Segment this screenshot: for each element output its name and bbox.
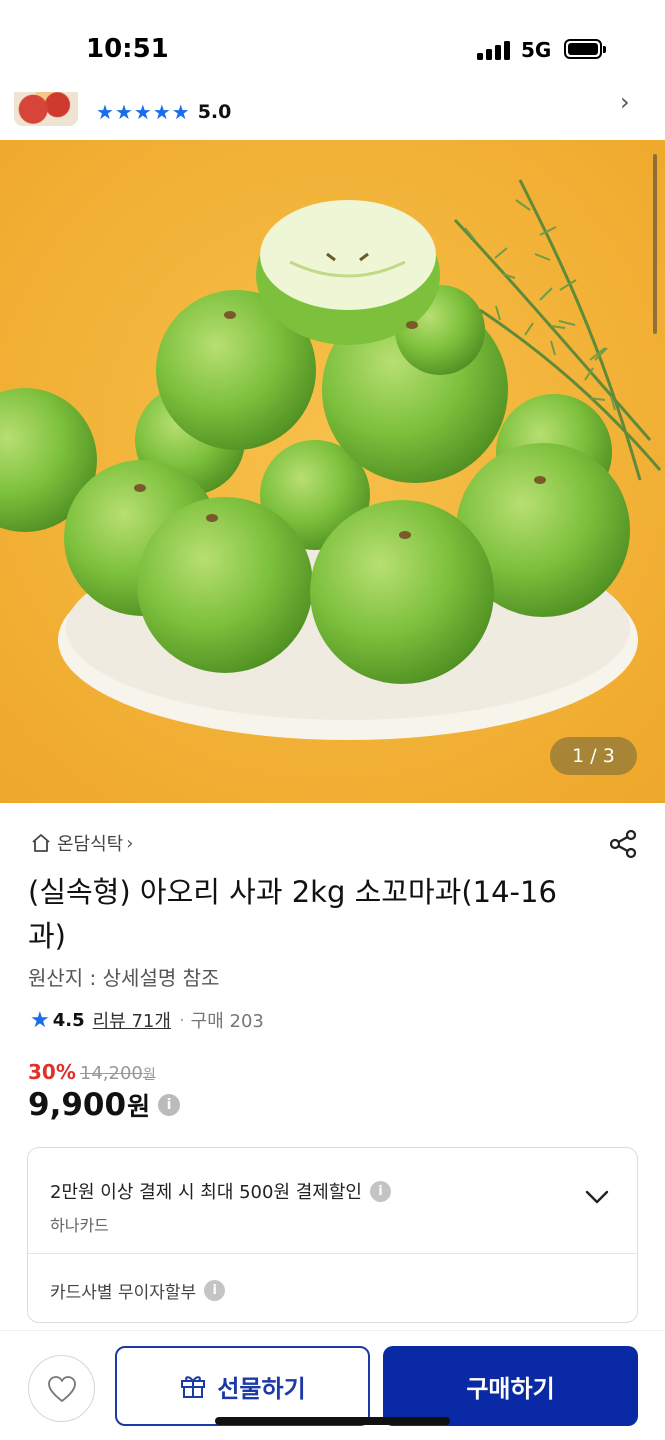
- product-image: [0, 140, 665, 803]
- product-origin: 원산지 : 상세설명 참조: [28, 966, 220, 990]
- star-icon: ★: [114, 100, 133, 124]
- sale-price: 9,900: [28, 1087, 127, 1123]
- star-icon: ★: [30, 1007, 50, 1033]
- price-row: 9,900 원 i: [28, 1087, 181, 1123]
- store-link[interactable]: 온담식탁 ›: [30, 830, 133, 856]
- product-thumbnail: [14, 92, 78, 126]
- rating-row: ★ 4.5 리뷰 71개 · 구매 203: [30, 1007, 264, 1033]
- rating-score: 4.5: [52, 1009, 85, 1031]
- chevron-right-icon[interactable]: ›: [620, 92, 630, 116]
- reviews-link[interactable]: 리뷰 71개: [93, 1007, 171, 1033]
- gift-label: 선물하기: [217, 1374, 306, 1403]
- discount-row: 30% 14,200원: [28, 1060, 156, 1084]
- separator-dot: ·: [178, 1009, 185, 1031]
- share-icon[interactable]: [607, 828, 639, 860]
- star-icon: ★: [152, 100, 171, 124]
- buy-button[interactable]: 구매하기: [383, 1346, 638, 1426]
- star-icon: ★: [133, 100, 152, 124]
- discount-rate: 30%: [28, 1060, 76, 1084]
- benefit-box: 2만원 이상 결제 시 최대 500원 결제할인 i 하나카드 카드사별 무이자…: [27, 1147, 638, 1323]
- card-discount-title: 2만원 이상 결제 시 최대 500원 결제할인 i: [50, 1178, 391, 1204]
- price-unit: 원: [127, 1092, 151, 1121]
- info-icon[interactable]: i: [204, 1280, 226, 1301]
- mini-product-header[interactable]: ★ ★ ★ ★ ★ 5.0 ›: [0, 92, 665, 140]
- info-icon[interactable]: i: [158, 1094, 181, 1116]
- image-page-counter: 1 / 3: [550, 737, 637, 775]
- like-button[interactable]: [28, 1355, 95, 1422]
- chevron-down-icon[interactable]: [584, 1188, 610, 1206]
- mini-rating-value: 5.0: [197, 101, 232, 123]
- card-name: 하나카드: [50, 1216, 109, 1235]
- network-label: 5G: [521, 38, 552, 62]
- mini-rating: ★ ★ ★ ★ ★ 5.0: [96, 100, 231, 124]
- buy-label: 구매하기: [466, 1374, 555, 1403]
- product-image-carousel[interactable]: 1 / 3: [0, 140, 665, 803]
- star-icon: ★: [96, 100, 114, 124]
- status-bar: 10:51 5G: [0, 0, 665, 92]
- gift-icon: [181, 1376, 206, 1398]
- chevron-right-icon: ›: [126, 832, 134, 854]
- status-time: 10:51: [86, 34, 169, 64]
- signal-icon: [477, 40, 511, 60]
- home-indicator: [215, 1417, 450, 1425]
- home-icon: [32, 834, 50, 852]
- battery-icon: [564, 39, 606, 59]
- heart-icon: [48, 1376, 76, 1402]
- purchase-count: 구매 203: [190, 1011, 264, 1032]
- store-name: 온담식탁: [57, 834, 124, 855]
- card-discount-section[interactable]: 2만원 이상 결제 시 최대 500원 결제할인 i 하나카드: [28, 1148, 637, 1254]
- gift-button[interactable]: 선물하기: [115, 1346, 370, 1426]
- star-icon: ★: [171, 100, 190, 124]
- bottom-action-bar: 선물하기 구매하기: [0, 1330, 665, 1440]
- scroll-indicator[interactable]: [653, 154, 657, 334]
- info-icon[interactable]: i: [369, 1180, 391, 1202]
- installment-info: 카드사별 무이자할부 i: [50, 1278, 226, 1303]
- original-price: 14,200원: [79, 1063, 156, 1084]
- product-title: (실속형) 아오리 사과 2kg 소꼬마과(14-16과): [28, 875, 557, 953]
